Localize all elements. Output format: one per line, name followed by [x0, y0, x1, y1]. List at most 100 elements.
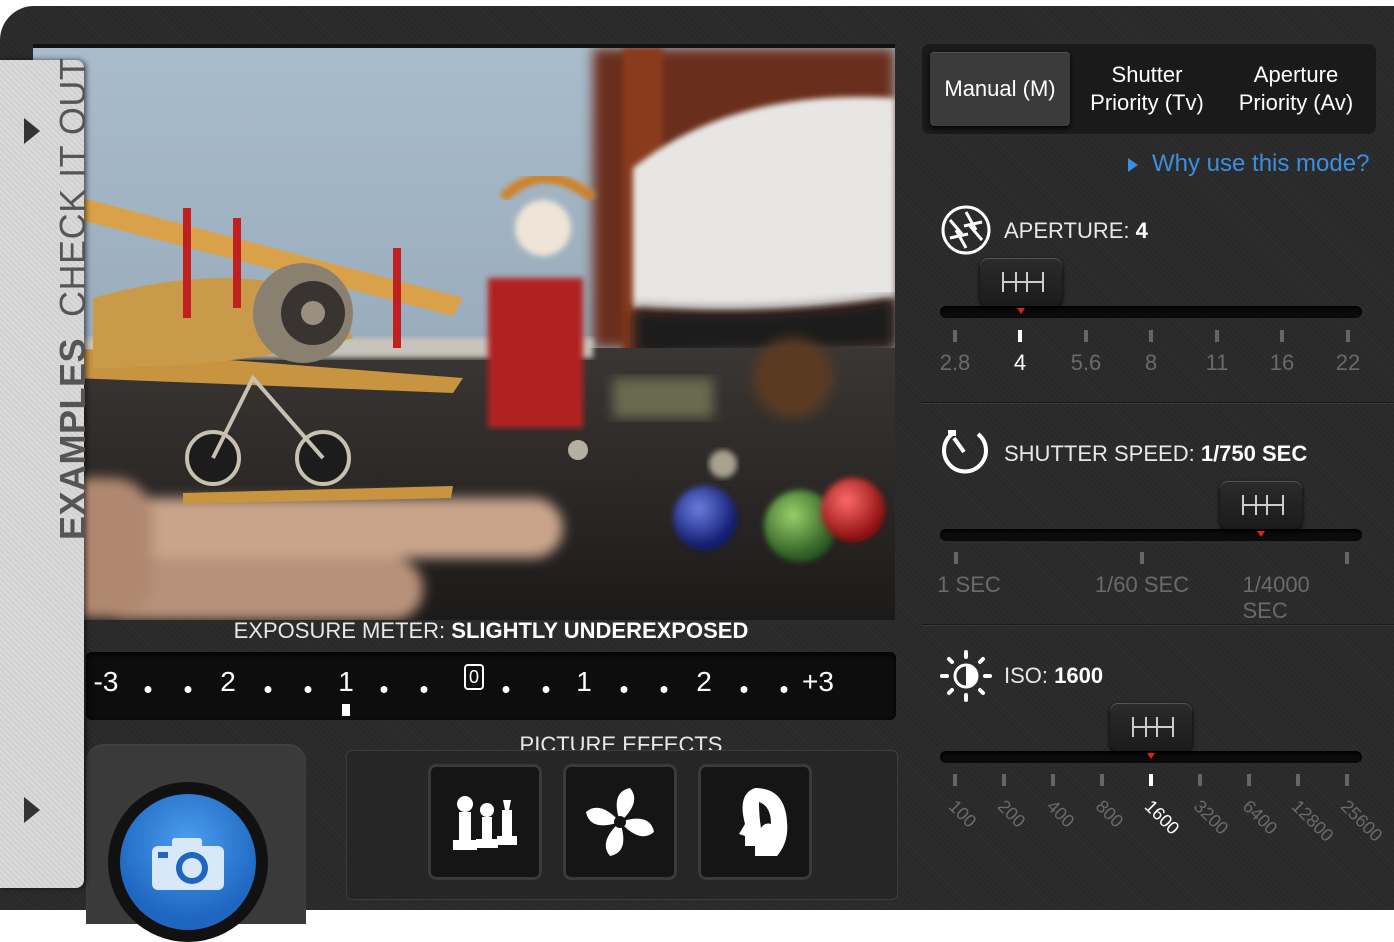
shooting-mode-selector: Manual (M) Shutter Priority (Tv) Apertur… [922, 44, 1376, 134]
meter-zero-mark: 0 [464, 664, 484, 690]
iso-label-text: ISO: [1004, 663, 1049, 688]
chess-pieces-icon [453, 796, 517, 850]
effect-button-motion[interactable] [563, 764, 677, 880]
aperture-tick [1018, 330, 1022, 342]
examples-label: EXAMPLES [52, 337, 93, 540]
meter-mark: 2 [696, 666, 712, 697]
pinwheel-icon [586, 788, 654, 856]
meter-dot [184, 686, 192, 693]
aperture-value: 4 [1135, 218, 1148, 243]
stopwatch-icon [942, 430, 988, 474]
aperture-tick-label: 22 [1335, 350, 1361, 375]
meter-mark: 1 [576, 666, 592, 697]
iso-tick [1345, 774, 1349, 786]
mode-label-line: Priority (Av) [1238, 90, 1354, 115]
shutter-tick-label: 1 SEC [937, 572, 1001, 597]
exposure-meter-value: SLIGHTLY UNDEREXPOSED [451, 618, 749, 643]
aperture-tick [1346, 330, 1350, 342]
expand-arrow-icon[interactable] [24, 797, 40, 823]
shutter-speed-value: 1/750 SEC [1200, 441, 1308, 466]
meter-dot [304, 686, 312, 693]
iso-tick [1247, 774, 1251, 786]
exposure-indicator [342, 704, 350, 716]
mode-label-line: Shutter [1111, 62, 1183, 87]
aperture-label-text: APERTURE: [1004, 218, 1130, 243]
shutter-tick [1140, 552, 1144, 564]
aperture-tick [1084, 330, 1088, 342]
play-arrow-icon [1128, 157, 1138, 172]
aperture-tick-label: 5.6 [1070, 350, 1102, 375]
aperture-icon [941, 205, 991, 255]
aperture-tick [1280, 330, 1284, 342]
slider-pointer [1147, 753, 1155, 759]
meter-dot [740, 686, 748, 693]
examples-tab-label: EXAMPLES CHECK IT OUT [52, 58, 94, 540]
portrait-profile-icon [739, 788, 788, 856]
meter-dot [420, 686, 428, 693]
iso-tick [1149, 774, 1153, 786]
expand-arrow-icon[interactable] [24, 118, 40, 144]
meter-dot [660, 686, 668, 693]
slider-pointer [1256, 531, 1265, 537]
aperture-slider-handle[interactable] [980, 258, 1062, 314]
meter-mark: 1 [338, 666, 354, 697]
meter-dot [264, 686, 272, 693]
meter-mark: -3 [93, 666, 119, 697]
shutter-tick-label: 1/60 SEC [1094, 572, 1190, 597]
mode-shutter-priority[interactable]: Shutter Priority (Tv) [1078, 52, 1216, 126]
grip-icon [1002, 272, 1044, 292]
check-it-out-label: CHECK IT OUT [52, 57, 93, 317]
shutter-speed-slider-track[interactable] [940, 529, 1362, 541]
iso-tick [953, 774, 957, 786]
meter-dot [542, 686, 550, 693]
iso-slider-handle[interactable] [1110, 703, 1192, 759]
shutter-speed-label-text: SHUTTER SPEED: [1004, 441, 1195, 466]
why-use-mode-text: Why use this mode? [1152, 150, 1370, 177]
camera-icon [152, 838, 224, 890]
meter-dot [380, 686, 388, 693]
slider-pointer [1017, 308, 1025, 314]
shutter-tick [1345, 552, 1349, 564]
examples-tab[interactable]: EXAMPLES CHECK IT OUT [0, 58, 93, 888]
grip-icon [1241, 495, 1284, 515]
iso-tick [1051, 774, 1055, 786]
exposure-meter: -3 2 1 0 1 2 +3 [86, 652, 896, 720]
photo-preview [33, 44, 895, 620]
aperture-tick-label: 11 [1205, 350, 1229, 375]
iso-tick [1198, 774, 1202, 786]
meter-dot [780, 686, 788, 693]
mode-label-line: Priority (Tv) [1090, 90, 1204, 115]
iso-tick [1100, 774, 1104, 786]
iso-value: 1600 [1054, 663, 1104, 688]
iso-tick [1002, 774, 1006, 786]
iso-tick [1296, 774, 1300, 786]
meter-mark: +3 [802, 666, 834, 697]
mode-label-line: Aperture [1253, 62, 1339, 87]
aperture-tick-label: 2.8 [939, 350, 971, 375]
divider [922, 624, 1394, 626]
aperture-tick-label: 16 [1269, 350, 1295, 375]
aperture-slider-track[interactable] [940, 306, 1362, 318]
brightness-icon [940, 650, 992, 702]
shutter-button[interactable] [108, 782, 268, 942]
divider [922, 402, 1394, 404]
why-use-mode-link[interactable]: Why use this mode? [1128, 150, 1369, 178]
mode-manual[interactable]: Manual (M) [930, 52, 1070, 126]
meter-dot [144, 686, 152, 693]
aperture-label: APERTURE: 4 [1004, 218, 1148, 244]
aperture-tick [1149, 330, 1153, 342]
exposure-meter-label: EXPOSURE METER: [233, 618, 446, 643]
iso-label: ISO: 1600 [1004, 663, 1103, 689]
mode-aperture-priority[interactable]: Aperture Priority (Av) [1226, 52, 1366, 126]
aperture-tick [1215, 330, 1219, 342]
grip-icon [1132, 717, 1174, 737]
meter-dot [620, 686, 628, 693]
shutter-tick [954, 552, 958, 564]
meter-mark: 2 [220, 666, 236, 697]
effect-button-portrait[interactable] [698, 764, 812, 880]
aperture-tick-label: 4 [1013, 350, 1027, 375]
shutter-speed-slider-handle[interactable] [1219, 481, 1302, 537]
effect-button-chess[interactable] [428, 764, 542, 880]
shutter-tick-label: 1/4000 SEC [1242, 572, 1310, 623]
shutter-speed-label: SHUTTER SPEED: 1/750 SEC [1004, 441, 1307, 467]
